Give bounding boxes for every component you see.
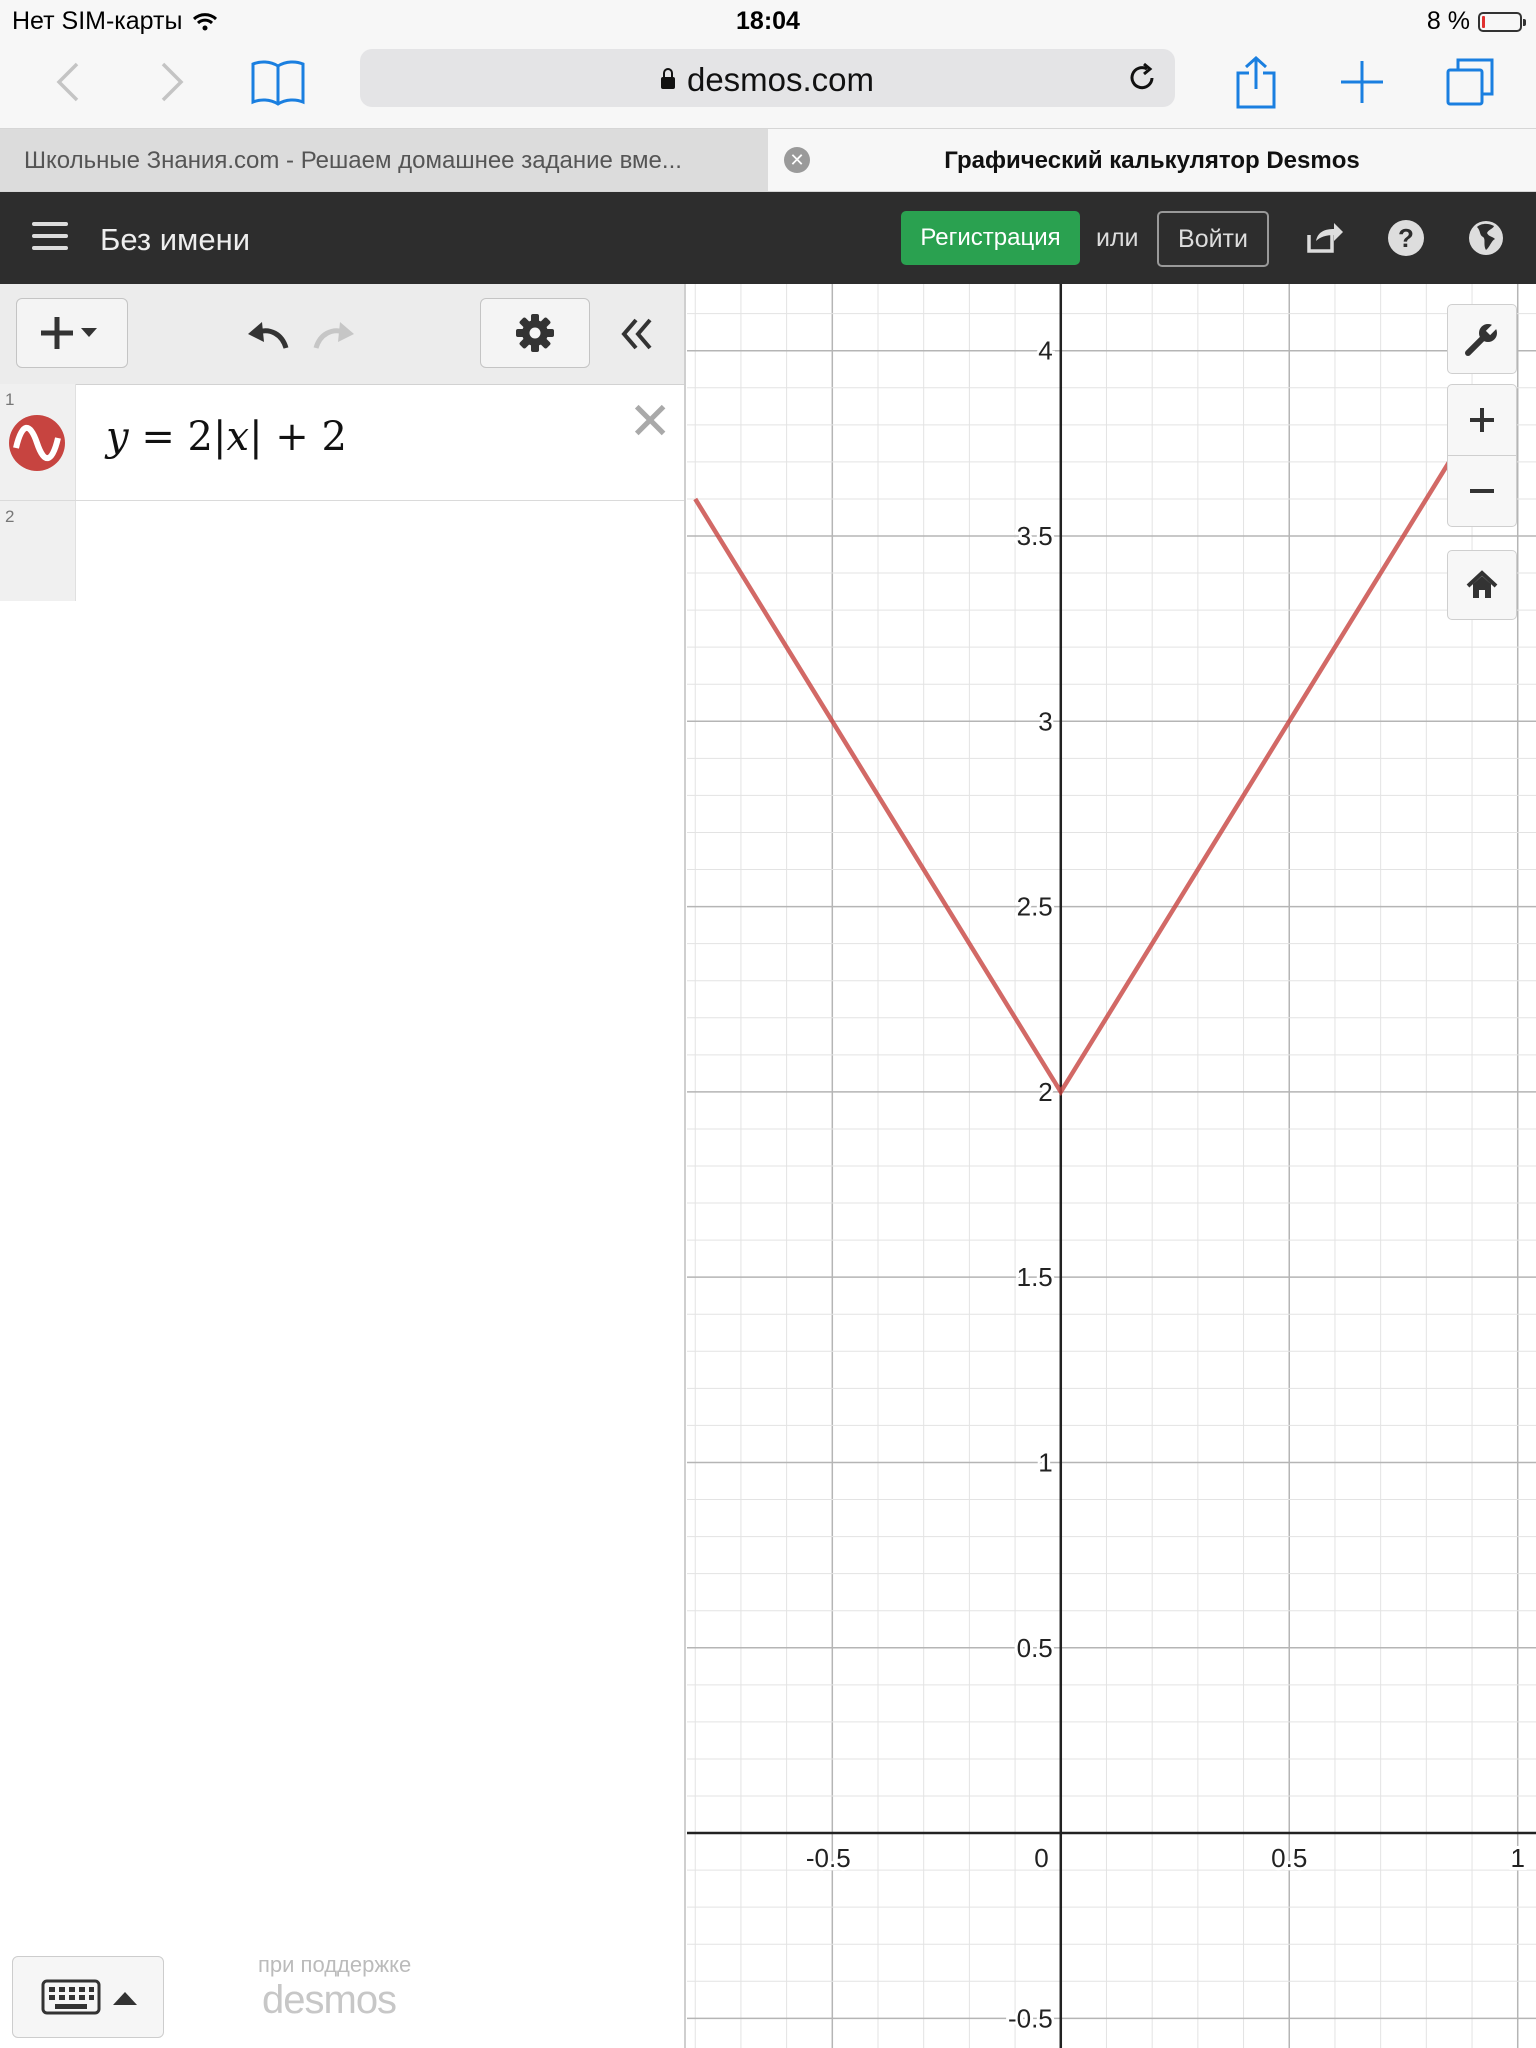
tab-desmos[interactable]: Графический калькулятор Desmos [768,147,1536,175]
url-text: desmos.com [686,61,875,98]
status-right: 8 % [1426,7,1526,36]
app-header: Без имени Регистрация или Войти ? [0,192,1536,284]
add-item-button[interactable] [16,298,128,368]
wrench-icon [1465,321,1500,356]
or-label: или [1096,224,1139,252]
formula-x: x [226,414,250,460]
register-button[interactable]: Регистрация [901,211,1080,265]
origin-label: 0 [1034,1843,1048,1873]
keyboard-toggle-button[interactable] [12,1956,164,2038]
address-bar[interactable]: desmos.com [360,49,1175,107]
expression-toolbar [0,284,684,385]
language-globe-icon[interactable] [1466,218,1506,258]
expression-formula[interactable]: y = 2|x| + 2 [106,414,347,460]
help-icon[interactable]: ? [1386,218,1426,258]
formula-plus-two: + 2 [262,414,347,460]
url-display: desmos.com [360,61,1175,99]
gear-icon [516,314,554,352]
collapse-panel-button[interactable] [616,314,656,359]
hamburger-menu-icon[interactable] [32,222,68,254]
tab-znanija[interactable]: Школьные Знания.com - Решаем домашнее за… [0,129,810,191]
share-button[interactable] [1226,52,1286,112]
x-tick-label: 1 [1510,1843,1524,1873]
expression-number: 1 [5,390,15,409]
y-tick-label: 1 [1038,1447,1052,1477]
tabs-icon [1446,58,1494,106]
y-tick-label: 2.5 [1017,892,1053,922]
y-tick-label: 3.5 [1017,521,1053,551]
new-tab-button[interactable] [1332,52,1392,112]
reload-icon[interactable] [1125,61,1159,95]
undo-icon [248,322,289,349]
back-button[interactable] [38,52,98,112]
curve-visibility-icon[interactable] [8,414,66,472]
zoom-in-icon [1470,408,1494,432]
formula-equals-two: = 2 [128,414,214,460]
keyboard-icon [41,1979,137,2015]
battery-percent: 8 % [1426,7,1470,35]
y-tick-label: 2 [1038,1077,1052,1107]
clock: 18:04 [736,7,800,35]
tabs-overview-button[interactable] [1440,52,1500,112]
graph-paper[interactable]: -0.5 0 0.5 1 -0.5 0.5 1 1.5 2 2.5 3 3.5 4 [687,284,1536,2048]
book-icon [251,60,305,106]
x-tick-label: -0.5 [806,1843,851,1873]
redo-button[interactable] [310,314,358,359]
powered-by-label: при поддержке [258,1952,412,1977]
plus-dropdown-icon [41,317,97,349]
y-tick-label: 3 [1038,706,1052,736]
delete-expression-icon[interactable]: ✕ [628,392,672,452]
share-graph-icon[interactable] [1305,218,1345,258]
browser-toolbar: desmos.com [0,40,1536,128]
default-viewport-button[interactable] [1447,550,1517,620]
undo-button[interactable] [244,314,292,359]
plus-icon [1341,61,1383,103]
battery-level [1482,15,1485,28]
expression-gutter: 2 [0,501,76,601]
login-button[interactable]: Войти [1157,211,1269,267]
abs-bar-left: | [213,414,227,460]
y-tick-label: 0.5 [1017,1633,1053,1663]
browser-tabs: Школьные Знания.com - Решаем домашнее за… [0,128,1536,192]
x-tick-label: 0.5 [1271,1843,1307,1873]
double-chevron-left-icon [621,318,652,350]
expression-row[interactable]: 1 y = 2|x| + 2 ✕ [0,384,684,501]
y-tick-label: 1.5 [1017,1262,1053,1292]
graph-title[interactable]: Без имени [100,222,250,258]
desmos-logo[interactable]: desmos [262,1978,397,2023]
formula-y: y [106,414,129,460]
lock-icon [660,68,675,89]
home-icon [1466,570,1498,598]
expression-panel: 1 y = 2|x| + 2 ✕ 2 при поддержке desmos [0,284,686,2048]
chevron-right-icon [161,62,184,102]
tab-title: Школьные Знания.com - Решаем домашнее за… [24,147,682,174]
expression-number: 2 [5,507,15,526]
battery-icon [1478,11,1526,32]
zoom-out-button[interactable] [1447,455,1517,527]
y-tick-label: -0.5 [1008,2003,1053,2033]
graph-canvas[interactable]: -0.5 0 0.5 1 -0.5 0.5 1 1.5 2 2.5 3 3.5 4 [687,284,1536,2048]
forward-button[interactable] [142,52,202,112]
zoom-in-button[interactable] [1447,384,1517,456]
chevron-left-icon [56,62,79,102]
y-tick-label: 4 [1038,336,1052,366]
expression-gutter: 1 [0,384,76,500]
bookmarks-button[interactable] [248,52,308,112]
graph-settings-button[interactable] [480,298,590,368]
zoom-out-icon [1470,489,1494,493]
share-icon [1236,55,1276,109]
status-bar: Нет SIM-карты 18:04 8 % [0,0,1536,40]
abs-bar-right: | [249,414,263,460]
redo-icon [313,322,354,349]
graph-tools-button[interactable] [1447,304,1517,374]
empty-expression-row[interactable]: 2 [0,501,684,601]
